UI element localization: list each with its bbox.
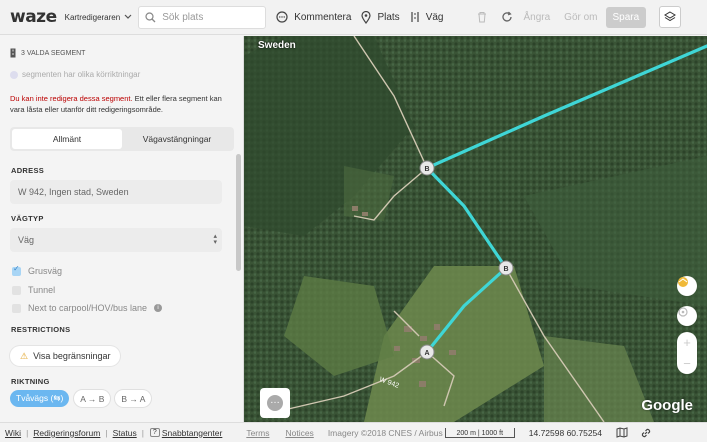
zoom-out-button[interactable]: −	[683, 356, 691, 371]
comment-tool-button[interactable]: Kommentera	[276, 11, 351, 23]
direction-b-to-a-button[interactable]: B → A	[115, 390, 152, 407]
terms-link[interactable]: Terms	[246, 428, 269, 438]
trash-icon[interactable]	[477, 11, 487, 23]
address-field[interactable]: W 942, Ingen stad, Sweden	[10, 180, 222, 204]
footer-separator: |	[141, 427, 144, 438]
refresh-icon[interactable]	[501, 11, 513, 23]
panel-tabs: Allmänt Vägavstängningar	[10, 127, 234, 151]
map-icon[interactable]	[616, 427, 628, 438]
footer-separator: |	[105, 427, 108, 438]
footer-bar: Wiki | Redigeringsforum | Status | ? Sna…	[0, 422, 707, 442]
search-box[interactable]	[138, 5, 267, 29]
top-bar: waze Kartredigeraren Kommentera Plats Vä…	[0, 0, 707, 35]
google-attribution: Google	[641, 397, 693, 414]
undo-button[interactable]: Ångra	[523, 12, 550, 23]
checkbox-checked-icon	[12, 264, 21, 276]
checkbox-icon	[12, 303, 21, 313]
zoom-in-button[interactable]: +	[683, 335, 691, 350]
locate-me-button[interactable]	[677, 306, 697, 326]
panel-scrollbar[interactable]	[236, 154, 241, 271]
selected-segments-title: 3 VALDA SEGMENT	[21, 49, 86, 57]
edit-warning: Du kan inte redigera dessa segment. Ett …	[10, 93, 232, 115]
carpool-lane-label: Next to carpool/HOV/bus lane	[28, 303, 148, 313]
crosshair-icon	[678, 307, 688, 317]
show-restrictions-button[interactable]: ⚠ Visa begränsningar	[10, 346, 121, 366]
tab-general[interactable]: Allmänt	[12, 129, 122, 149]
direction-options: Tvåvägs (⇆) A → B B → A	[10, 390, 152, 407]
tab-road-closures[interactable]: Vägavstängningar	[122, 129, 232, 149]
carpool-lane-checkbox[interactable]: Next to carpool/HOV/bus lane i	[12, 303, 163, 313]
select-arrows-icon: ▴ ▾	[213, 233, 217, 246]
place-tool-button[interactable]: Plats	[361, 10, 400, 24]
road-type-select[interactable]: Väg ▴ ▾	[10, 228, 222, 252]
coordinates-readout: 14.72598 60.75254	[528, 427, 603, 438]
waze-logo: waze	[10, 7, 57, 27]
shortcuts-link[interactable]: Snabbtangenter	[162, 428, 223, 438]
map-view[interactable]: B B A W 942 Sweden + − … Google	[244, 36, 707, 422]
live-users-button[interactable]	[677, 276, 697, 296]
place-pin-icon	[361, 10, 372, 24]
unpaved-label: Grusväg	[28, 266, 63, 276]
tunnel-checkbox[interactable]: Tunnel	[12, 285, 55, 295]
place-tool-label: Plats	[377, 11, 400, 23]
restrictions-label: RESTRICTIONS	[11, 325, 71, 334]
keyboard-shortcut-icon: ?	[149, 428, 160, 437]
show-restrictions-label: Visa begränsningar	[33, 351, 111, 361]
address-label: ADRESS	[11, 166, 45, 175]
search-icon	[145, 11, 156, 22]
chat-icon: …	[267, 395, 283, 411]
editor-mode-dropdown[interactable]: Kartredigeraren	[65, 13, 133, 22]
segment-icon	[10, 48, 16, 58]
wiki-link[interactable]: Wiki	[5, 428, 21, 438]
direction-a-to-b-button[interactable]: A → B	[74, 390, 111, 407]
tunnel-label: Tunnel	[28, 285, 56, 295]
user-marker-icon	[678, 277, 688, 287]
country-label: Sweden	[258, 40, 296, 51]
direction-indicator-icon	[10, 70, 18, 79]
node-label-b1: B	[424, 166, 429, 173]
layers-button[interactable]	[659, 6, 682, 28]
direction-label: RIKTNING	[11, 377, 50, 386]
info-icon[interactable]: i	[154, 304, 163, 312]
selected-segments-header: 3 VALDA SEGMENT	[10, 48, 85, 58]
direction-note: segmenten har olika körriktningar	[10, 70, 140, 79]
search-input[interactable]	[162, 11, 258, 23]
direction-note-text: segmenten har olika körriktningar	[22, 70, 141, 79]
imagery-credit: Imagery ©2018 CNES / Airbus	[327, 427, 443, 438]
road-tool-label: Väg	[425, 11, 444, 23]
road-icon	[411, 12, 419, 22]
footer-separator: |	[26, 427, 29, 438]
map-scale: 200 m | 1000 ft	[444, 427, 515, 438]
zoom-control: + −	[677, 332, 697, 374]
warning-icon: ⚠	[20, 350, 29, 361]
road-tool-button[interactable]: Väg	[410, 11, 444, 23]
node-label-b2: B	[503, 266, 508, 273]
road-type-value: Väg	[18, 235, 35, 245]
road-type-label: VÄGTYP	[11, 214, 44, 223]
checkbox-icon	[12, 285, 21, 295]
status-link[interactable]: Status	[113, 428, 137, 438]
satellite-imagery: B B A W 942	[244, 36, 707, 422]
layers-icon	[664, 11, 677, 22]
chevron-down-icon	[124, 14, 132, 19]
segment-edit-panel: 3 VALDA SEGMENT segmenten har olika körr…	[0, 36, 244, 422]
direction-two-way-button[interactable]: Tvåvägs (⇆)	[10, 390, 70, 407]
permalink-icon[interactable]	[640, 427, 652, 439]
redo-button[interactable]: Gör om	[564, 12, 597, 23]
comment-icon	[276, 11, 288, 23]
notices-link[interactable]: Notices	[285, 428, 313, 438]
save-button[interactable]: Spara	[605, 6, 647, 28]
forum-link[interactable]: Redigeringsforum	[33, 428, 100, 438]
node-label-a: A	[424, 350, 429, 357]
editor-mode-label: Kartredigeraren	[64, 12, 121, 22]
chat-button[interactable]: …	[260, 388, 290, 418]
edit-warning-title: Du kan inte redigera dessa segment.	[10, 94, 133, 103]
comment-tool-label: Kommentera	[294, 11, 352, 23]
unpaved-checkbox[interactable]: Grusväg	[12, 264, 63, 276]
